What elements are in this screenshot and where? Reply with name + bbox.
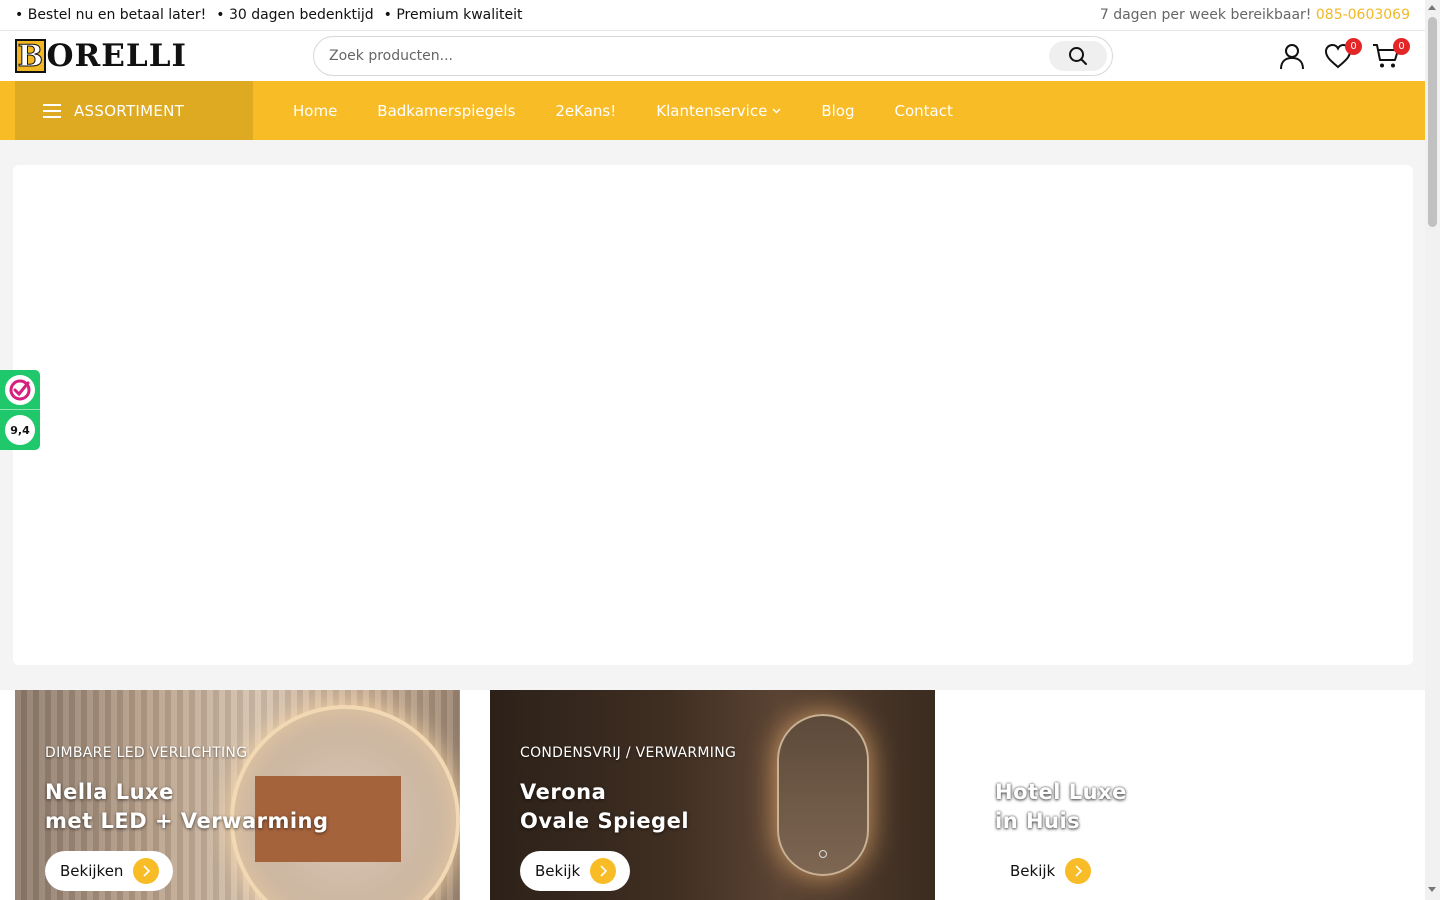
promo-cta-button[interactable]: Bekijken xyxy=(45,851,174,891)
borelli-logo[interactable]: B ORELLI xyxy=(15,38,187,74)
promo-kicker: DIMBARE LED VERLICHTING xyxy=(45,745,248,761)
nav-menu: Home Badkamerspiegels 2eKans! Klantenser… xyxy=(293,81,953,140)
promo-title-line: met LED + Verwarming xyxy=(45,809,329,833)
hero-banner xyxy=(13,165,1413,665)
review-checkmark-icon xyxy=(5,375,35,405)
review-score: 9,4 xyxy=(5,415,35,445)
promo-card-hotel-luxe[interactable]: Hotel Luxe in Huis Bekijk xyxy=(965,690,1410,900)
nav-item-contact[interactable]: Contact xyxy=(895,102,953,120)
chevron-down-icon xyxy=(772,107,781,114)
search-icon xyxy=(1069,47,1087,65)
nav-item-blog[interactable]: Blog xyxy=(821,102,854,120)
top-usp-bar: • Bestel nu en betaal later! • 30 dagen … xyxy=(0,0,1425,31)
promo-kicker: CONDENSVRIJ / VERWARMING xyxy=(520,745,737,761)
promo-cta-label: Bekijk xyxy=(535,862,581,880)
main-navigation: ASSORTIMENT Home Badkamerspiegels 2eKans… xyxy=(0,81,1425,140)
promo-title-line: Nella Luxe xyxy=(45,780,174,804)
page-scrollbar[interactable] xyxy=(1425,0,1440,900)
logo-initial: B xyxy=(15,38,46,74)
wishlist-button[interactable]: 0 xyxy=(1322,38,1362,72)
review-divider xyxy=(0,409,40,410)
promo-cta-label: Bekijken xyxy=(60,862,124,880)
assortiment-label: ASSORTIMENT xyxy=(74,101,185,120)
usp-item: • Bestel nu en betaal later! xyxy=(15,7,207,23)
nav-item-home[interactable]: Home xyxy=(293,102,337,120)
promo-title-line: in Huis xyxy=(995,809,1081,833)
usp-item: • 30 dagen bedenktijd xyxy=(216,7,374,23)
cart-button[interactable]: 0 xyxy=(1370,38,1410,72)
nav-item-badkamerspiegels[interactable]: Badkamerspiegels xyxy=(377,102,515,120)
promo-section: DIMBARE LED VERLICHTING Nella Luxe met L… xyxy=(0,690,1425,900)
promo-cta-button[interactable]: Bekijk xyxy=(995,851,1105,891)
scroll-down-arrow-icon[interactable] xyxy=(1428,887,1436,892)
touch-sensor-dot xyxy=(819,850,827,858)
promo-card-nella[interactable]: DIMBARE LED VERLICHTING Nella Luxe met L… xyxy=(15,690,460,900)
wishlist-count-badge: 0 xyxy=(1345,38,1362,55)
usp-list: • Bestel nu en betaal later! • 30 dagen … xyxy=(15,7,523,23)
site-header: B ORELLI 0 0 xyxy=(0,31,1425,81)
account-button[interactable] xyxy=(1276,40,1308,72)
phone-link[interactable]: 085-0603069 xyxy=(1316,7,1410,23)
assortiment-menu-button[interactable]: ASSORTIMENT xyxy=(15,81,253,140)
scroll-up-arrow-icon[interactable] xyxy=(1428,5,1436,10)
promo-title-line: Verona xyxy=(520,780,607,804)
promo-title-line: Hotel Luxe xyxy=(995,780,1127,804)
cart-count-badge: 0 xyxy=(1393,38,1410,55)
logo-text: ORELLI xyxy=(46,38,187,74)
nav-item-2ekans[interactable]: 2eKans! xyxy=(555,102,616,120)
nav-item-klantenservice[interactable]: Klantenservice xyxy=(656,102,781,120)
nav-item-klantenservice-label: Klantenservice xyxy=(656,101,768,120)
promo-cta-button[interactable]: Bekijk xyxy=(520,851,631,891)
promo-cta-label: Bekijk xyxy=(1010,862,1056,880)
promo-title-line: Ovale Spiegel xyxy=(520,809,690,833)
search-input[interactable] xyxy=(314,37,1049,75)
promo-title: Hotel Luxe in Huis xyxy=(995,778,1127,836)
contact-info: 7 dagen per week bereikbaar! 085-0603069 xyxy=(1100,7,1410,23)
search-button[interactable] xyxy=(1049,41,1107,71)
promo-title: Verona Ovale Spiegel xyxy=(520,778,689,836)
arrow-right-icon xyxy=(133,858,160,884)
contact-text: 7 dagen per week bereikbaar! xyxy=(1099,7,1312,23)
arrow-right-icon xyxy=(1065,858,1092,884)
arrow-right-icon xyxy=(590,858,617,884)
promo-card-verona[interactable]: CONDENSVRIJ / VERWARMING Verona Ovale Sp… xyxy=(490,690,935,900)
promo-title: Nella Luxe met LED + Verwarming xyxy=(45,778,329,836)
review-widget[interactable]: 9,4 xyxy=(0,370,40,450)
usp-item: • Premium kwaliteit xyxy=(383,7,523,23)
hamburger-icon xyxy=(43,103,61,118)
scrollbar-thumb[interactable] xyxy=(1428,17,1437,227)
user-icon xyxy=(1280,44,1304,70)
search-bar xyxy=(313,36,1113,76)
